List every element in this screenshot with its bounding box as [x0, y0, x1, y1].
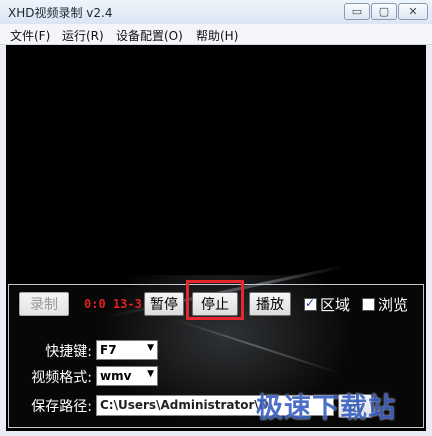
menu-help[interactable]: 帮助(H): [196, 27, 238, 44]
play-button[interactable]: 播放: [249, 292, 291, 316]
path-label: 保存路径:: [31, 399, 92, 415]
title-bar: XHD视频录制 v2.4 ▭ ▢ ✕: [0, 0, 432, 25]
hotkey-value: F7: [100, 343, 117, 357]
menu-device-config[interactable]: 设备配置(O): [116, 27, 183, 44]
window-title: XHD视频录制 v2.4: [8, 6, 113, 20]
record-timer: 0:0 13-3: [84, 297, 142, 311]
region-label: 区域: [320, 296, 351, 314]
chevron-down-icon: ▼: [147, 369, 154, 379]
menu-run[interactable]: 运行(R): [62, 27, 104, 44]
pause-button[interactable]: 暂停: [144, 292, 184, 316]
hotkey-select[interactable]: F7 ▼: [96, 340, 158, 360]
stop-button-highlight: [186, 280, 244, 320]
chevron-down-icon: ▼: [147, 343, 154, 353]
menu-file[interactable]: 文件(F): [10, 27, 50, 44]
save-path-value: C:\Users\Administrator\D: [100, 398, 269, 412]
app-window: XHD视频录制 v2.4 ▭ ▢ ✕ 文件(F) 运行(R) 设备配置(O) 帮…: [0, 0, 432, 436]
record-button[interactable]: 录制: [19, 292, 69, 316]
pause-button-label: 暂停: [150, 297, 178, 313]
close-icon: ✕: [408, 5, 418, 18]
browse-label: 浏览: [378, 296, 409, 314]
browse-checkbox[interactable]: [362, 298, 375, 311]
play-button-label: 播放: [256, 297, 284, 313]
close-button[interactable]: ✕: [398, 3, 428, 20]
maximize-icon: ▢: [378, 5, 390, 18]
menu-bar: 文件(F) 运行(R) 设备配置(O) 帮助(H): [0, 24, 432, 45]
record-button-label: 录制: [30, 297, 58, 313]
region-checkbox[interactable]: [304, 296, 317, 311]
hotkey-label: 快捷键:: [45, 344, 92, 360]
format-value: wmv: [100, 369, 132, 383]
format-label: 视频格式:: [31, 370, 92, 386]
minimize-button[interactable]: ▭: [344, 3, 370, 20]
minimize-icon: ▭: [351, 5, 363, 18]
maximize-button[interactable]: ▢: [371, 3, 397, 20]
watermark-text: 极速下载站: [256, 393, 396, 424]
format-select[interactable]: wmv ▼: [96, 366, 158, 386]
